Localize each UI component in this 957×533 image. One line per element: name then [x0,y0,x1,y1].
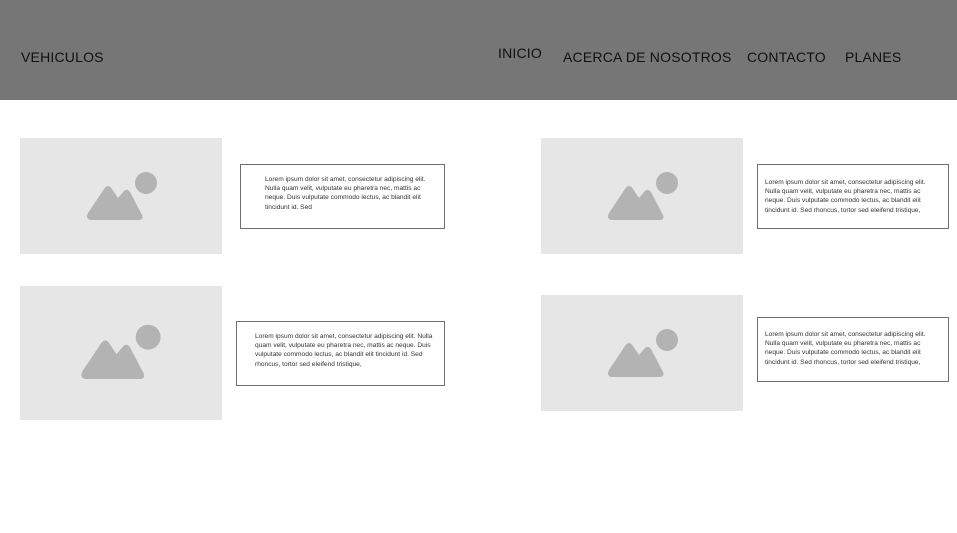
brand-logo-text[interactable]: VEHICULOS [21,49,104,65]
nav-link-acerca-de-nosotros[interactable]: ACERCA DE NOSOTROS [563,49,732,65]
nav-link-contacto[interactable]: CONTACTO [747,49,826,65]
nav-link-inicio[interactable]: INICIO [498,45,542,61]
card-image-2 [541,138,743,254]
card-text-box-1: Lorem ipsum dolor sit amet, consectetur … [240,164,445,229]
image-placeholder-icon [81,324,161,380]
nav-link-planes[interactable]: PLANES [845,49,901,65]
card-image-4 [541,295,743,411]
card-text-1: Lorem ipsum dolor sit amet, consectetur … [265,176,426,211]
card-text-box-2: Lorem ipsum dolor sit amet, consectetur … [757,164,949,229]
card-text-4: Lorem ipsum dolor sit amet, consectetur … [765,331,926,366]
header-bar: VEHICULOS INICIO ACERCA DE NOSOTROS CONT… [0,0,957,100]
image-placeholder-icon [608,172,678,220]
card-text-box-3: Lorem ipsum dolor sit amet, consectetur … [236,321,445,386]
image-placeholder-icon [608,329,678,377]
card-text-box-4: Lorem ipsum dolor sit amet, consectetur … [757,317,949,382]
image-placeholder-icon [87,172,157,220]
card-text-2: Lorem ipsum dolor sit amet, consectetur … [765,179,926,214]
card-image-3 [20,286,222,420]
card-image-1 [20,138,222,254]
card-text-3: Lorem ipsum dolor sit amet, consectetur … [255,333,433,368]
